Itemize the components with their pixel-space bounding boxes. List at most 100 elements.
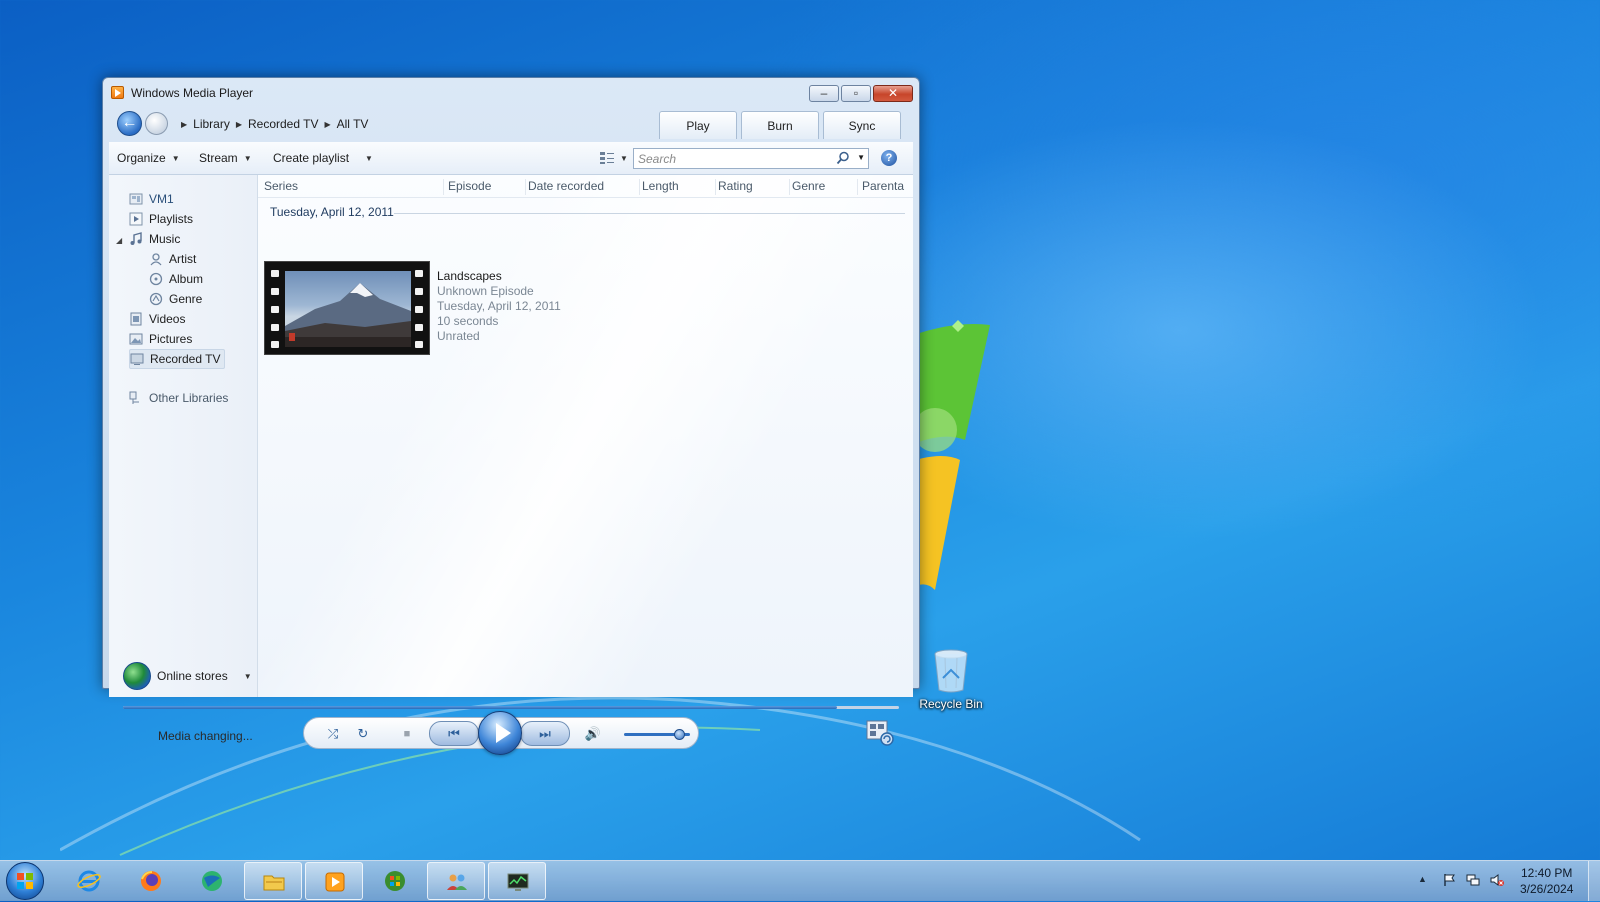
- nav-item-music[interactable]: Music: [129, 230, 180, 248]
- switch-to-now-playing-icon[interactable]: [865, 719, 895, 747]
- nav-item-artist[interactable]: Artist: [149, 250, 196, 268]
- volume-slider[interactable]: [624, 729, 690, 740]
- breadcrumb-arrow-icon[interactable]: ▶: [181, 120, 187, 129]
- taskbar-windows-update[interactable]: [366, 862, 424, 900]
- help-icon[interactable]: ?: [881, 150, 897, 166]
- search-icon[interactable]: [836, 151, 850, 165]
- column-header-rating[interactable]: Rating: [718, 179, 790, 195]
- tv-icon: [130, 353, 144, 365]
- film-sprocket: [271, 270, 279, 277]
- breadcrumb-library[interactable]: Library: [193, 117, 230, 131]
- network-globe-icon: [202, 871, 222, 891]
- play-button[interactable]: [478, 711, 522, 755]
- nav-item-album[interactable]: Album: [149, 270, 203, 288]
- stream-menu[interactable]: Stream ▼: [199, 151, 252, 165]
- caption-buttons: – ▫ ✕: [809, 85, 913, 102]
- film-sprocket: [415, 288, 423, 295]
- view-options-icon[interactable]: [599, 151, 615, 165]
- start-button[interactable]: [6, 862, 44, 900]
- breadcrumb-all-tv[interactable]: All TV: [337, 117, 369, 131]
- taskbar-windows-media-player[interactable]: [305, 862, 363, 900]
- collapse-triangle-icon[interactable]: ◢: [116, 236, 122, 245]
- column-header-date-recorded[interactable]: Date recorded: [528, 179, 640, 195]
- internet-explorer-icon: [77, 870, 101, 892]
- network-icon[interactable]: [1466, 873, 1480, 887]
- column-header-episode[interactable]: Episode: [448, 179, 526, 195]
- recycle-bin-desktop-icon[interactable]: Recycle Bin: [914, 648, 988, 711]
- clock-date: 3/26/2024: [1520, 882, 1574, 896]
- taskbar-internet-explorer[interactable]: [60, 862, 118, 900]
- minimize-button[interactable]: –: [809, 85, 839, 102]
- taskbar-task-manager[interactable]: [488, 862, 546, 900]
- breadcrumb-arrow-icon[interactable]: ▶: [324, 120, 330, 129]
- volume-muted-icon[interactable]: [1490, 873, 1504, 887]
- title-bar[interactable]: Windows Media Player – ▫ ✕: [103, 78, 919, 108]
- media-date: Tuesday, April 12, 2011: [437, 299, 561, 313]
- nav-item-label: Music: [149, 232, 181, 246]
- view-options-chevron-icon[interactable]: ▼: [620, 154, 628, 163]
- maximize-button[interactable]: ▫: [841, 85, 871, 102]
- nav-item-vm1[interactable]: VM1: [129, 190, 174, 208]
- nav-item-videos[interactable]: Videos: [129, 310, 185, 328]
- next-button[interactable]: ⏭: [520, 721, 570, 746]
- shuffle-icon[interactable]: ⤮: [324, 725, 342, 743]
- previous-button[interactable]: ⏮: [429, 721, 479, 746]
- genre-icon: [149, 292, 163, 306]
- taskbar-users-app[interactable]: [427, 862, 485, 900]
- nav-item-recorded-tv[interactable]: Recorded TV: [129, 349, 226, 369]
- repeat-icon[interactable]: ↻: [354, 725, 372, 743]
- column-header-parental[interactable]: Parenta: [862, 179, 916, 195]
- film-sprocket: [271, 341, 279, 348]
- taskbar-network-app[interactable]: [183, 862, 241, 900]
- windows-flag-icon: [385, 871, 405, 891]
- tab-burn[interactable]: Burn: [741, 111, 819, 139]
- nav-item-pictures[interactable]: Pictures: [129, 330, 192, 348]
- close-button[interactable]: ✕: [873, 85, 913, 102]
- music-note-icon: [130, 232, 142, 245]
- forward-button[interactable]: [145, 112, 168, 135]
- taskbar-firefox[interactable]: [122, 862, 180, 900]
- organize-menu[interactable]: Organize ▼: [117, 151, 180, 165]
- wmp-window: Windows Media Player – ▫ ✕ ← ▶ Library ▶…: [102, 77, 920, 755]
- group-header-date[interactable]: Tuesday, April 12, 2011: [270, 205, 394, 219]
- action-center-flag-icon[interactable]: [1442, 873, 1456, 887]
- taskbar-file-explorer[interactable]: [244, 862, 302, 900]
- search-input[interactable]: [638, 150, 833, 167]
- show-desktop-button[interactable]: [1588, 861, 1600, 901]
- nav-item-genre[interactable]: Genre: [149, 290, 202, 308]
- search-chevron-down-icon[interactable]: ▼: [857, 153, 865, 162]
- chevron-down-icon: ▼: [171, 153, 180, 163]
- column-header-genre[interactable]: Genre: [792, 179, 858, 195]
- volume-speaker-icon[interactable]: 🔊: [584, 725, 602, 743]
- video-thumbnail[interactable]: [264, 261, 430, 355]
- back-button[interactable]: ←: [117, 111, 142, 136]
- nav-item-label: Album: [169, 272, 204, 286]
- volume-slider-thumb[interactable]: [674, 729, 686, 740]
- firefox-icon: [141, 871, 161, 891]
- minimize-icon: –: [820, 86, 828, 100]
- media-item[interactable]: Landscapes Unknown Episode Tuesday, Apri…: [264, 261, 594, 357]
- navigation-pane: VM1 Playlists ◢ Music Artist Album Genre…: [109, 175, 258, 697]
- create-playlist-menu[interactable]: Create playlist ▼: [273, 151, 373, 165]
- nav-item-other-libraries[interactable]: Other Libraries: [129, 389, 228, 407]
- online-stores-button[interactable]: Online stores ▼: [123, 662, 252, 690]
- seek-bar[interactable]: [123, 706, 899, 709]
- picture-icon: [129, 333, 143, 345]
- show-hidden-icons-chevron-icon[interactable]: ▲: [1418, 874, 1432, 888]
- breadcrumb-arrow-icon[interactable]: ▶: [236, 120, 242, 129]
- taskbar: ▲ 12:40 PM 3/26/2024: [0, 860, 1600, 901]
- column-header-length[interactable]: Length: [642, 179, 716, 195]
- system-clock[interactable]: 12:40 PM 3/26/2024: [1520, 865, 1573, 897]
- toolbar: Organize ▼ Stream ▼ Create playlist ▼ ▼ …: [109, 142, 913, 175]
- video-icon: [130, 312, 142, 326]
- stream-label: Stream: [199, 151, 238, 165]
- stop-icon[interactable]: ■: [398, 725, 416, 743]
- tab-sync[interactable]: Sync: [823, 111, 901, 139]
- nav-item-playlists[interactable]: Playlists: [129, 210, 193, 228]
- column-header-series[interactable]: Series: [264, 179, 444, 195]
- folder-icon: [263, 875, 285, 891]
- tab-play[interactable]: Play: [659, 111, 737, 139]
- film-sprocket: [415, 341, 423, 348]
- top-tabs: Play Burn Sync: [659, 111, 901, 139]
- breadcrumb-recorded-tv[interactable]: Recorded TV: [248, 117, 318, 131]
